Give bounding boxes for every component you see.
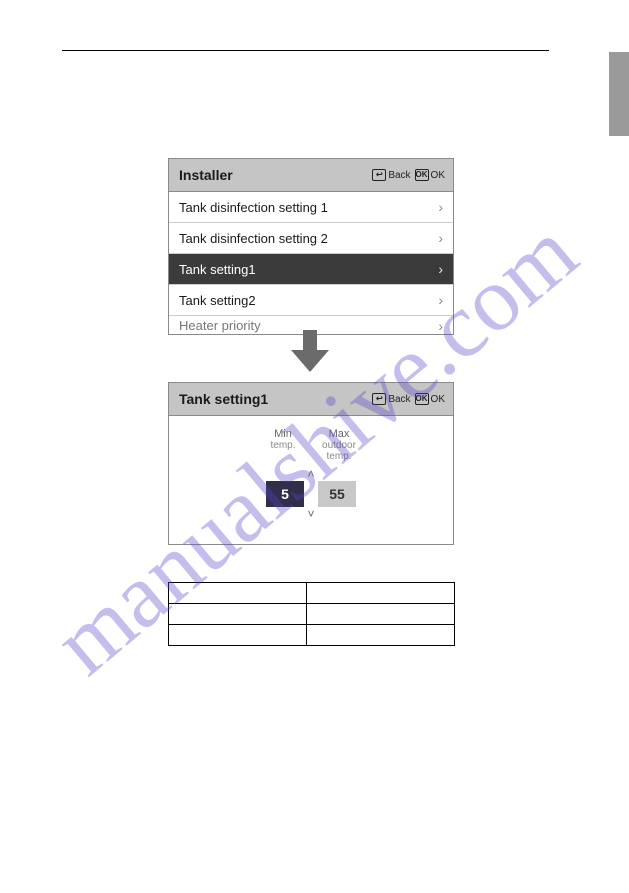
menu-item-tank-disinfection-1[interactable]: Tank disinfection setting 1 › xyxy=(169,192,453,223)
page-edge-tab xyxy=(609,52,629,136)
installer-header: Installer ↩ Back OK OK xyxy=(169,159,453,192)
chevron-right-icon: › xyxy=(438,318,443,334)
menu-item-tank-setting1[interactable]: Tank setting1 › xyxy=(169,254,453,285)
table-row xyxy=(169,625,455,646)
back-label: Back xyxy=(388,394,410,405)
table-row xyxy=(169,604,455,625)
max-sublabel: outdoor temp. xyxy=(313,440,365,462)
chevron-up-icon[interactable]: ˄ xyxy=(307,468,314,480)
menu-item-label: Tank disinfection setting 2 xyxy=(179,231,328,246)
down-arrow-icon xyxy=(283,328,337,374)
back-button[interactable]: ↩ Back xyxy=(372,169,410,181)
max-label: Max xyxy=(313,428,365,440)
table-row xyxy=(169,583,455,604)
chevron-right-icon: › xyxy=(438,292,443,308)
chevron-right-icon: › xyxy=(438,199,443,215)
ok-label: OK xyxy=(431,394,445,405)
menu-item-label: Tank setting1 xyxy=(179,262,256,277)
installer-panel: Installer ↩ Back OK OK Tank disinfection… xyxy=(168,158,454,335)
ok-icon: OK xyxy=(415,169,429,181)
back-label: Back xyxy=(388,170,410,181)
menu-item-label: Heater priority xyxy=(179,318,261,333)
min-label: Min xyxy=(257,428,309,440)
max-temp-value[interactable]: 55 xyxy=(318,481,356,507)
chevron-down-icon[interactable]: ˅ xyxy=(307,508,314,520)
back-icon: ↩ xyxy=(372,169,386,181)
menu-item-tank-setting2[interactable]: Tank setting2 › xyxy=(169,285,453,316)
ok-button[interactable]: OK OK xyxy=(415,169,445,181)
back-icon: ↩ xyxy=(372,393,386,405)
menu-item-label: Tank setting2 xyxy=(179,293,256,308)
ok-icon: OK xyxy=(415,393,429,405)
menu-item-tank-disinfection-2[interactable]: Tank disinfection setting 2 › xyxy=(169,223,453,254)
tank-header: Tank setting1 ↩ Back OK OK xyxy=(169,383,453,416)
tank-body: Min Max temp. outdoor temp. ˄ 5 55 ˅ xyxy=(169,416,453,544)
chevron-right-icon: › xyxy=(438,261,443,277)
chevron-right-icon: › xyxy=(438,230,443,246)
empty-table xyxy=(168,582,455,646)
ok-label: OK xyxy=(431,170,445,181)
min-sublabel: temp. xyxy=(257,440,309,462)
menu-item-label: Tank disinfection setting 1 xyxy=(179,200,328,215)
min-temp-value[interactable]: 5 xyxy=(266,481,304,507)
ok-button[interactable]: OK OK xyxy=(415,393,445,405)
back-button[interactable]: ↩ Back xyxy=(372,393,410,405)
tank-setting-panel: Tank setting1 ↩ Back OK OK Min Max temp.… xyxy=(168,382,454,545)
installer-title: Installer xyxy=(179,167,233,183)
tank-title: Tank setting1 xyxy=(179,391,268,407)
top-divider xyxy=(62,50,549,51)
